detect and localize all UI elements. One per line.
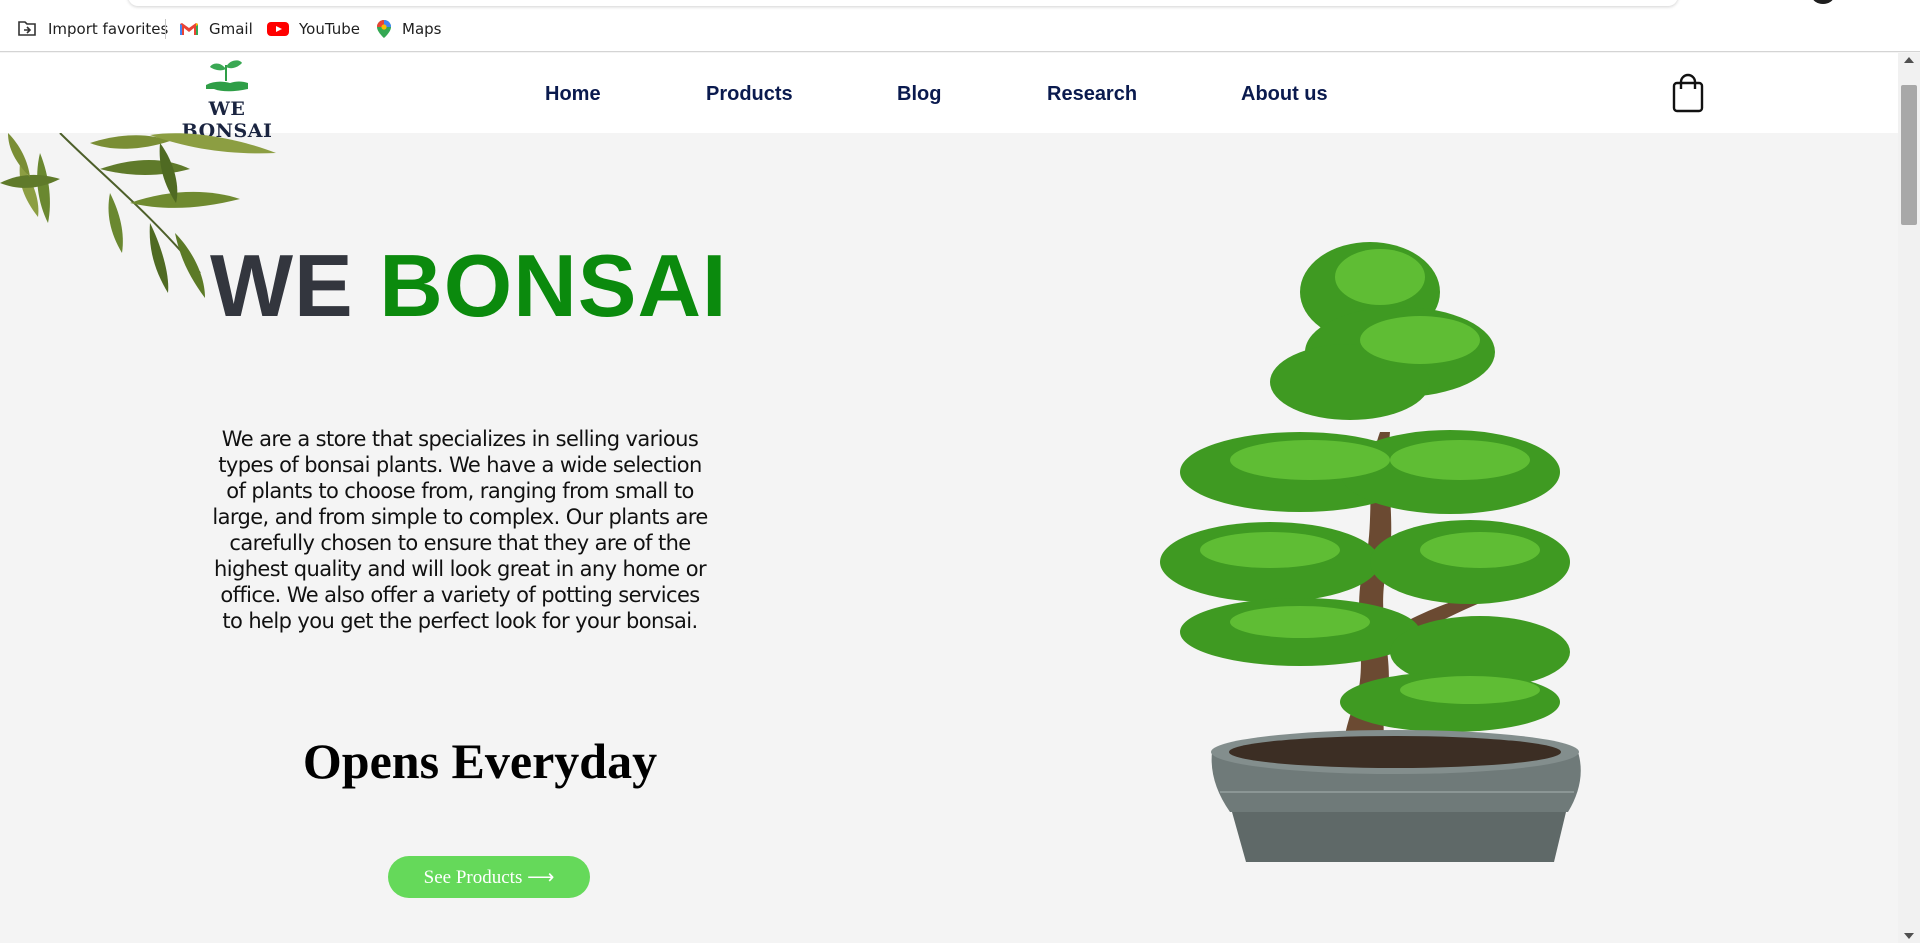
hero-title-bonsai: BONSAI: [379, 236, 728, 335]
hero-title-we: WE: [210, 236, 354, 335]
bookmark-label: YouTube: [299, 20, 360, 38]
import-favorites-icon: [18, 21, 36, 36]
bookmark-label: Gmail: [209, 20, 253, 38]
page-scrollbar[interactable]: [1898, 53, 1920, 943]
bonsai-tree-image: [1160, 242, 1581, 862]
nav-products[interactable]: Products: [706, 83, 793, 106]
see-products-button[interactable]: See Products ⟶: [388, 856, 590, 898]
maps-icon: [377, 20, 391, 38]
bookmark-maps[interactable]: Maps: [376, 17, 441, 41]
scroll-down-arrow-icon[interactable]: [1904, 933, 1914, 939]
bookmarks-bar: Import favorites Gmail YouTube Maps: [0, 0, 1920, 52]
site-header: WE BONSAI Home Products Blog Research Ab…: [0, 53, 1898, 142]
bookmark-youtube[interactable]: YouTube: [267, 17, 360, 41]
youtube-icon: [267, 22, 289, 36]
bookmark-import-favorites[interactable]: Import favorites: [16, 17, 168, 41]
nav-research[interactable]: Research: [1047, 83, 1137, 106]
bookmark-gmail[interactable]: Gmail: [179, 17, 253, 41]
gmail-icon: [180, 23, 198, 35]
nav-home[interactable]: Home: [545, 83, 601, 106]
bookmark-separator: [165, 19, 166, 39]
address-bar[interactable]: [128, 0, 1678, 6]
opening-hours-heading: Opens Everyday: [302, 733, 658, 789]
scroll-thumb[interactable]: [1901, 85, 1917, 225]
profile-avatar[interactable]: [1812, 0, 1834, 4]
hero-description: We are a store that specializes in selli…: [212, 427, 708, 633]
bookmark-label: Import favorites: [48, 20, 169, 38]
scroll-up-arrow-icon[interactable]: [1904, 57, 1914, 63]
shopping-bag-icon[interactable]: [1672, 73, 1704, 113]
bookmark-label: Maps: [402, 20, 442, 38]
nav-about-us[interactable]: About us: [1241, 83, 1328, 106]
nav-blog[interactable]: Blog: [897, 83, 941, 106]
hand-sprout-logo-icon: [206, 60, 248, 92]
hero-title: WE BONSAI: [210, 236, 727, 336]
site-logo[interactable]: WE BONSAI: [162, 59, 290, 142]
